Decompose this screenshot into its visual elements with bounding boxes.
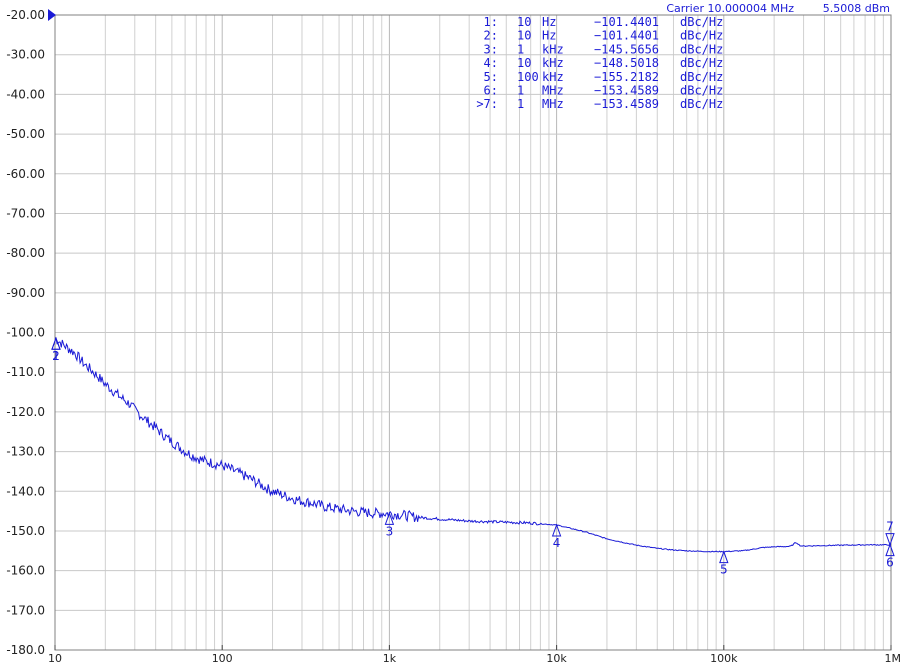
- marker-row-value-unit: dBc/Hz: [680, 84, 723, 98]
- marker-row[interactable]: 5: 100 kHz −155.2182 dBc/Hz: [484, 70, 724, 84]
- y-tick-label: -170.0: [6, 603, 45, 617]
- marker-row-value-unit: dBc/Hz: [680, 70, 723, 84]
- marker-row-value: −148.5018: [594, 56, 659, 70]
- marker-row-frequency-unit: kHz: [542, 56, 564, 70]
- marker-row-value-unit: dBc/Hz: [680, 29, 723, 43]
- y-tick-label: -30.00: [6, 48, 45, 62]
- x-tick-label: 1M: [885, 652, 902, 665]
- y-tick-label: -130.0: [6, 445, 45, 459]
- y-tick-label: -20.00: [6, 8, 45, 22]
- y-tick-label: -100.0: [6, 326, 45, 340]
- marker-row-index: 3:: [484, 42, 498, 56]
- y-tick-label: -120.0: [6, 405, 45, 419]
- marker-row-frequency-unit: MHz: [542, 97, 564, 111]
- marker-4-label: 4: [553, 536, 561, 550]
- y-tick-label: -50.00: [6, 127, 45, 141]
- marker-row-value: −153.4589: [594, 84, 659, 98]
- y-tick-label: -110.0: [6, 365, 45, 379]
- marker-row-frequency: 10: [517, 29, 531, 43]
- x-tick-label: 10: [48, 652, 62, 665]
- carrier-label: Carrier 10.000004 MHz: [666, 2, 794, 15]
- marker-row-value-unit: dBc/Hz: [680, 15, 723, 29]
- marker-row-frequency: 10: [517, 15, 531, 29]
- marker-row-index: 5:: [484, 70, 498, 84]
- marker-row-value: −101.4401: [594, 15, 659, 29]
- marker-row[interactable]: 1: 10 Hz −101.4401 dBc/Hz: [484, 15, 724, 29]
- marker-6-label: 6: [886, 556, 894, 570]
- y-tick-label: -150.0: [6, 524, 45, 538]
- x-tick-label: 1k: [383, 652, 397, 665]
- marker-row[interactable]: 3: 1 kHz −145.5656 dBc/Hz: [484, 42, 724, 56]
- marker-row-index: 4:: [484, 56, 498, 70]
- marker-row-frequency-unit: kHz: [542, 42, 564, 56]
- marker-row-frequency: 1: [517, 84, 524, 98]
- carrier-power-label: 5.5008 dBm: [823, 2, 890, 15]
- y-tick-label: -60.00: [6, 167, 45, 181]
- marker-row-frequency: 1: [517, 42, 524, 56]
- marker-row-value-unit: dBc/Hz: [680, 97, 723, 111]
- marker-row-frequency: 1: [517, 97, 524, 111]
- marker-row-value-unit: dBc/Hz: [680, 56, 723, 70]
- y-tick-label: -180.0: [6, 643, 45, 657]
- y-tick-label: -80.00: [6, 246, 45, 260]
- marker-row-value: −101.4401: [594, 29, 659, 43]
- marker-row-value: −155.2182: [594, 70, 659, 84]
- marker-row-frequency-unit: Hz: [542, 15, 556, 29]
- x-tick-label: 100: [212, 652, 233, 665]
- x-tick-label: 100k: [710, 652, 738, 665]
- marker-3-label: 3: [386, 524, 394, 538]
- marker-7-label: 7: [886, 520, 894, 534]
- y-tick-label: -140.0: [6, 484, 45, 498]
- x-tick-label: 10k: [546, 652, 567, 665]
- y-tick-label: -160.0: [6, 564, 45, 578]
- marker-row[interactable]: 6: 1 MHz −153.4589 dBc/Hz: [484, 84, 724, 98]
- marker-5-label: 5: [720, 563, 728, 577]
- marker-row[interactable]: 4: 10 kHz −148.5018 dBc/Hz: [484, 56, 724, 70]
- marker-row-frequency-unit: Hz: [542, 29, 556, 43]
- marker-row-value: −145.5656: [594, 42, 659, 56]
- y-tick-label: -90.00: [6, 286, 45, 300]
- marker-row-frequency: 10: [517, 56, 531, 70]
- phase-noise-chart: -20.00 -30.00 -40.00 -50.00 -60.00 -70.00 -80.…: [0, 0, 904, 666]
- marker-row-index: 6:: [484, 84, 498, 98]
- marker-2-label: 2: [52, 349, 60, 363]
- marker-row[interactable]: 2: 10 Hz −101.4401 dBc/Hz: [484, 29, 724, 43]
- marker-row-frequency-unit: kHz: [542, 70, 564, 84]
- marker-row-index: 2:: [484, 29, 498, 43]
- marker-row-frequency-unit: MHz: [542, 84, 564, 98]
- y-tick-label: -40.00: [6, 87, 45, 101]
- y-tick-label: -70.00: [6, 206, 45, 220]
- marker-row-value-unit: dBc/Hz: [680, 42, 723, 56]
- marker-row-index: >7:: [476, 97, 498, 111]
- marker-row-index: 1:: [484, 15, 498, 29]
- marker-row-frequency: 100: [517, 70, 539, 84]
- marker-row-value: −153.4589: [594, 97, 659, 111]
